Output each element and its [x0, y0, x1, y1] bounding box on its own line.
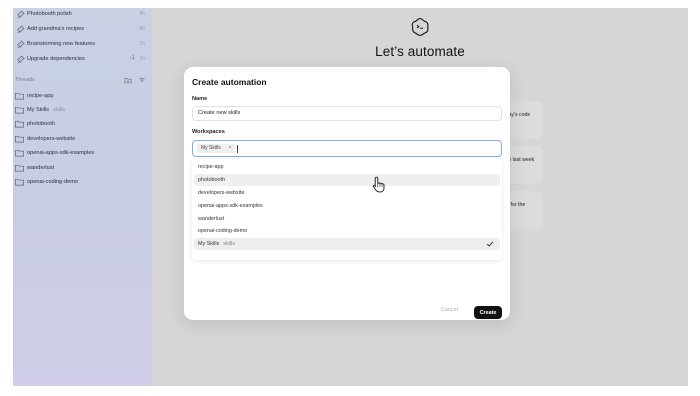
diff-count: -1	[129, 55, 135, 61]
thread-title: Brainstorming new features	[27, 41, 96, 47]
modal-title: Create automation	[192, 77, 267, 87]
workspace-option[interactable]: developers-website	[194, 187, 500, 199]
folder-item[interactable]: My Skills skills	[13, 104, 152, 117]
folder-icon	[15, 149, 24, 157]
folder-label: developers-website	[27, 136, 76, 142]
threads-header: Threads	[15, 77, 35, 83]
thread-time: 1h	[139, 56, 145, 62]
folder-label: openai-coding-demo	[27, 179, 78, 185]
option-label: openai-apps-sdk-examples	[198, 203, 263, 209]
app-window: Photobooth polish 8h Add grandma's recip…	[13, 8, 688, 386]
folder-item[interactable]: wanderlust	[13, 162, 152, 175]
thread-time: 8h	[139, 26, 145, 32]
workspace-option[interactable]: recipe-app	[194, 161, 500, 173]
pinned-thread-item[interactable]: Photobooth polish 8h	[13, 8, 152, 22]
workspace-option[interactable]: openai-coding-demo	[194, 225, 500, 237]
new-folder-icon[interactable]	[124, 76, 132, 84]
pin-icon	[17, 25, 25, 34]
chip-remove-icon[interactable]: ×	[229, 144, 232, 153]
chip-label: My Skills	[201, 145, 221, 151]
folder-label: My Skills	[27, 107, 50, 113]
cancel-button[interactable]: Cancel	[441, 307, 458, 313]
workspace-dropdown: recipe-app photobooth developers-website…	[192, 159, 502, 260]
name-label: Name	[192, 96, 208, 102]
text-caret	[237, 145, 238, 153]
folder-label: openai-apps-sdk-examples	[27, 150, 95, 156]
workspace-option-selected[interactable]: My Skills skills	[194, 238, 500, 250]
option-label: photobooth	[198, 177, 225, 183]
option-label: recipe-app	[198, 164, 224, 170]
pin-icon	[17, 40, 25, 49]
folder-label: recipe-app	[27, 93, 54, 99]
thread-title: Photobooth polish	[27, 11, 72, 17]
folder-item[interactable]: recipe-app	[13, 90, 152, 103]
option-label: developers-website	[198, 190, 245, 196]
sidebar: Photobooth polish 8h Add grandma's recip…	[13, 8, 152, 386]
pin-icon	[17, 10, 25, 19]
page-title: Let’s automate	[375, 44, 465, 59]
option-label: openai-coding-demo	[198, 228, 248, 234]
thread-time: 8h	[139, 11, 145, 17]
folder-icon	[15, 178, 24, 186]
thread-time: 1h	[139, 41, 145, 47]
app-logo-icon	[411, 17, 429, 36]
hand-pointer-icon	[372, 176, 385, 193]
pinned-thread-item[interactable]: Brainstorming new features 1h	[13, 38, 152, 52]
thread-title: Add grandma's recipes	[27, 26, 85, 32]
folder-icon	[15, 92, 24, 100]
pin-icon	[17, 55, 25, 64]
option-label: wanderlust	[198, 216, 225, 222]
pinned-thread-item[interactable]: Add grandma's recipes 8h	[13, 23, 152, 37]
option-label: My Skills	[198, 241, 220, 247]
folder-icon	[15, 164, 24, 172]
workspaces-label: Workspaces	[192, 129, 225, 135]
folder-label: photobooth	[27, 121, 55, 127]
create-automation-modal: Create automation Name Create new skills…	[184, 67, 510, 320]
pinned-thread-item[interactable]: Upgrade dependencies -1 1h	[13, 53, 152, 67]
workspaces-input[interactable]: My Skills ×	[192, 140, 502, 157]
thread-title: Upgrade dependencies	[27, 56, 85, 62]
filter-icon[interactable]	[138, 76, 146, 84]
check-icon	[486, 241, 494, 247]
create-button[interactable]: Create	[474, 306, 502, 319]
folder-item[interactable]: developers-website	[13, 133, 152, 146]
workspace-option[interactable]: photobooth	[194, 174, 500, 186]
workspace-option[interactable]: openai-apps-sdk-examples	[194, 200, 500, 212]
folder-icon	[15, 120, 24, 128]
folder-item[interactable]: openai-apps-sdk-examples	[13, 147, 152, 160]
name-input[interactable]: Create new skills	[192, 106, 502, 121]
workspace-option[interactable]: wanderlust	[194, 213, 500, 225]
folder-icon	[15, 106, 24, 114]
folder-item[interactable]: openai-coding-demo	[13, 176, 152, 189]
folder-item[interactable]: photobooth	[13, 118, 152, 131]
folder-label: wanderlust	[27, 165, 55, 171]
workspace-chip: My Skills ×	[197, 144, 235, 153]
option-sublabel: skills	[223, 241, 235, 247]
folder-icon	[15, 135, 24, 143]
folder-sublabel: skills	[53, 107, 66, 113]
